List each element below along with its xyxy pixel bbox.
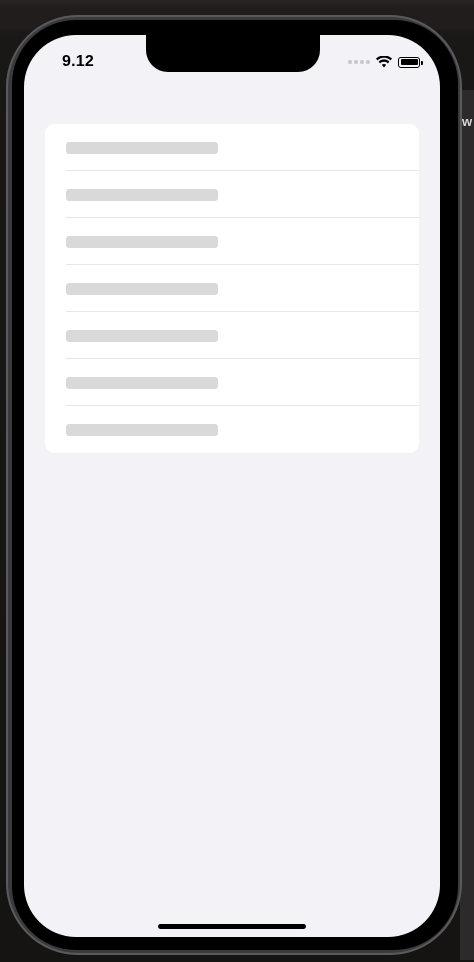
device-notch — [146, 35, 320, 72]
home-indicator[interactable] — [158, 924, 306, 929]
wifi-icon — [376, 56, 392, 68]
skeleton-placeholder-bar — [66, 424, 218, 436]
list-item[interactable] — [45, 124, 419, 171]
battery-icon — [398, 56, 423, 68]
list-item[interactable] — [45, 312, 419, 359]
battery-level — [400, 59, 418, 65]
status-bar-time: 9.12 — [62, 53, 94, 70]
skeleton-placeholder-bar — [66, 330, 218, 342]
status-bar-indicators — [348, 55, 423, 69]
cellular-signal-icon — [348, 60, 370, 64]
battery-cap — [421, 60, 423, 65]
list-item[interactable] — [45, 218, 419, 265]
skeleton-placeholder-bar — [66, 283, 218, 295]
list-item[interactable] — [45, 359, 419, 406]
skeleton-placeholder-bar — [66, 189, 218, 201]
list-item[interactable] — [45, 265, 419, 312]
list-item[interactable] — [45, 406, 419, 453]
skeleton-placeholder-bar — [66, 377, 218, 389]
skeleton-placeholder-bar — [66, 142, 218, 154]
list-item[interactable] — [45, 171, 419, 218]
skeleton-placeholder-bar — [66, 236, 218, 248]
background-window-edge — [460, 90, 474, 960]
placeholder-list — [45, 124, 419, 453]
background-window-edge-text: w — [462, 114, 473, 129]
device-screen: 9.12 — [24, 35, 440, 937]
